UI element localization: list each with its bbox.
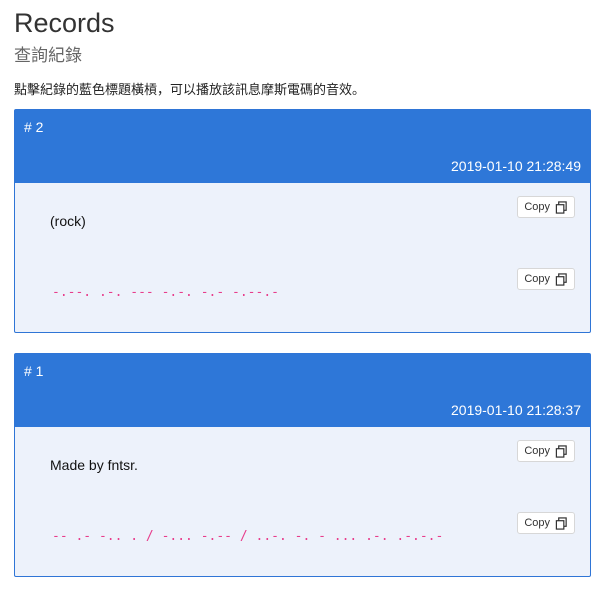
copy-button-label: Copy [524,445,550,457]
page-title: Records [14,8,115,38]
copy-button-label: Copy [524,517,550,529]
record-timestamp: 2019-01-10 21:28:49 [451,158,581,174]
records-page: Records 查詢紀錄 點擊紀錄的藍色標題橫槓，可以播放該訊息摩斯電碼的音效。… [0,7,591,577]
record-number: # 2 [24,119,44,135]
copy-button-label: Copy [524,201,550,213]
record-number: # 1 [24,363,44,379]
copy-text-button[interactable]: Copy [517,196,575,218]
record-timestamp: 2019-01-10 21:28:37 [451,402,581,418]
copy-icon [555,200,567,214]
copy-icon [555,272,567,286]
record-header-bar[interactable]: # 1 2019-01-10 21:28:37 [15,354,590,427]
record-card: # 2 2019-01-10 21:28:49 Copy (rock) Copy… [14,109,591,333]
copy-icon [555,444,567,458]
copy-text-button[interactable]: Copy [517,440,575,462]
copy-button-label: Copy [524,273,550,285]
copy-morse-button[interactable]: Copy [517,512,575,534]
record-header-bar[interactable]: # 2 2019-01-10 21:28:49 [15,110,590,183]
record-text: Made by fntsr. [50,457,138,473]
record-morse-code: -.--. .-. --- -.-. -.- -.--.- [52,285,279,300]
copy-morse-button[interactable]: Copy [517,268,575,290]
record-card: # 1 2019-01-10 21:28:37 Copy Made by fnt… [14,353,591,577]
page-hint: 點擊紀錄的藍色標題橫槓，可以播放該訊息摩斯電碼的音效。 [14,82,366,97]
copy-icon [555,516,567,530]
record-text: (rock) [50,213,86,229]
page-subtitle: 查詢紀錄 [14,46,82,65]
record-morse-code: -- .- -.. . / -... -.-- / ..-. -. - ... … [52,529,444,544]
